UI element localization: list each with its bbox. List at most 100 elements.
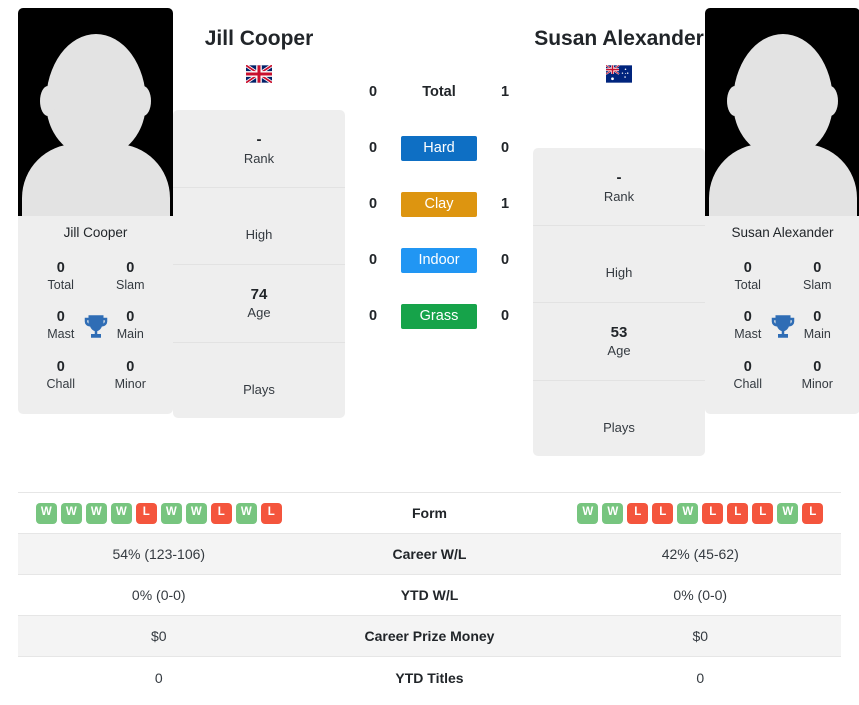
left-player-card: Jill Cooper 0 Total 0 Slam 0 Mast 0 Main… (18, 8, 173, 414)
left-title-slam-value: 0 (126, 259, 135, 276)
right-ytd-wl-value: 0% (0-0) (673, 587, 728, 603)
right-player-avatar (705, 8, 859, 216)
right-title-total-label: Total (734, 278, 761, 292)
left-title-total-value: 0 (56, 259, 65, 276)
surface-badge-grass: Grass (401, 303, 477, 329)
head-to-head-column: 0 Total 1 0 Hard 0 0 Clay 1 0 Indoor 0 0… (345, 8, 533, 344)
left-player-avatar (18, 8, 173, 216)
h2h-row-total: 0 Total 1 (345, 64, 533, 120)
left-form-badge: W (235, 502, 257, 524)
left-form-badge: W (160, 502, 182, 524)
right-title-minor: 0 Minor (783, 351, 853, 400)
right-title-slam: 0 Slam (783, 252, 853, 301)
right-player-name: Susan Alexander (534, 27, 704, 50)
right-title-main-value: 0 (813, 309, 822, 326)
left-info-rank-label: Rank (243, 150, 275, 166)
left-player-name-block: Jill Cooper (173, 8, 345, 88)
right-info-age: 53 Age (533, 303, 705, 381)
right-title-total: 0 Total (713, 252, 783, 301)
right-title-minor-value: 0 (813, 358, 822, 375)
surface-badge-hard: Hard (401, 135, 477, 161)
h2h-grass-left-score: 0 (368, 308, 378, 324)
left-ytd-wl-value: 0% (0-0) (131, 587, 186, 603)
left-title-mast: 0 Mast (26, 301, 96, 350)
right-player-info-column: Susan Alexander - Rank High 53 Age Plays (533, 8, 705, 457)
right-title-chall-label: Chall (733, 376, 763, 391)
stats-label-career-wl: Career W/L (392, 546, 467, 562)
stats-label-form: Form (412, 505, 447, 521)
right-info-high-label: High (605, 265, 633, 281)
right-title-chall: 0 Chall (713, 351, 783, 400)
right-form-badge: W (677, 502, 699, 524)
left-title-chall: 0 Chall (26, 351, 96, 400)
right-info-plays-value (539, 401, 699, 419)
right-form-badge: L (652, 502, 674, 524)
right-form-badge: L (802, 502, 824, 524)
right-form-badge: L (702, 502, 724, 524)
h2h-hard-left-score: 0 (368, 140, 378, 156)
left-info-rank-value: - (256, 131, 262, 149)
left-title-mast-label: Mast (47, 327, 75, 342)
left-info-plays: Plays (173, 343, 345, 419)
right-form-badge: W (577, 502, 599, 524)
left-title-minor-value: 0 (126, 358, 135, 375)
right-career-prize-money-value: $0 (692, 628, 709, 644)
left-form-badge: L (260, 502, 282, 524)
left-form-cell: WWWWLWWLWL (18, 502, 300, 524)
surface-badge-indoor: Indoor (401, 247, 477, 273)
h2h-clay-right-score: 1 (500, 196, 510, 212)
right-title-mast-label: Mast (734, 327, 762, 342)
left-player-photo-column: Jill Cooper 0 Total 0 Slam 0 Mast 0 Main… (18, 8, 173, 414)
h2h-row-clay: 0 Clay 1 (345, 176, 533, 232)
avatar-ear-left-shape (727, 86, 743, 116)
flag-au-icon (533, 64, 705, 88)
stats-label-ytd-wl: YTD W/L (400, 587, 459, 603)
right-title-mast-value: 0 (743, 309, 752, 326)
avatar-ear-left-shape (40, 86, 56, 116)
right-info-age-value: 53 (610, 323, 628, 341)
left-info-age: 74 Age (173, 265, 345, 343)
right-title-slam-value: 0 (813, 259, 822, 276)
right-info-age-label: Age (607, 343, 631, 359)
left-info-plays-value (179, 363, 339, 381)
left-player-titles-grid: 0 Total 0 Slam 0 Mast 0 Main 0 Chall 0 M… (18, 252, 173, 406)
stats-row-ytd-titles: 0 YTD Titles 0 (18, 657, 841, 698)
left-title-main-value: 0 (126, 309, 135, 326)
h2h-clay-left-score: 0 (368, 196, 378, 212)
h2h-total-label: Total (422, 84, 456, 100)
right-player-photo-caption: Susan Alexander (731, 225, 834, 240)
right-form-cell: WWLLWLLLWL (560, 502, 842, 524)
left-player-name: Jill Cooper (204, 27, 314, 50)
left-title-slam-label: Slam (116, 278, 145, 292)
left-info-high-value (179, 208, 339, 226)
left-form-badge: L (135, 502, 157, 524)
avatar-body-shape (708, 144, 857, 216)
right-form-badge: L (727, 502, 749, 524)
avatar-ear-right-shape (822, 86, 838, 116)
left-player-info-column: Jill Cooper - Rank High 74 Age Plays (173, 8, 345, 419)
right-info-rank-value: - (616, 169, 622, 187)
left-title-main-label: Main (116, 327, 144, 342)
right-form-badge: L (752, 502, 774, 524)
h2h-total-right-score: 1 (500, 84, 510, 100)
left-title-slam: 0 Slam (96, 252, 166, 301)
stats-row-career-wl: 54% (123-106) Career W/L 42% (45-62) (18, 534, 841, 575)
right-info-rank: - Rank (533, 148, 705, 227)
left-form-badge: W (110, 502, 132, 524)
h2h-indoor-left-score: 0 (368, 252, 378, 268)
left-title-total-label: Total (47, 278, 74, 292)
left-form-strip: WWWWLWWLWL (18, 502, 300, 524)
left-title-minor-label: Minor (114, 376, 146, 391)
left-info-high: High (173, 188, 345, 265)
avatar-body-shape (21, 144, 170, 216)
surface-badge-clay: Clay (401, 191, 477, 217)
left-title-total: 0 Total (26, 252, 96, 301)
right-title-main: 0 Main (783, 301, 853, 350)
right-player-name-block: Susan Alexander (533, 8, 705, 88)
player-comparison-page: Jill Cooper 0 Total 0 Slam 0 Mast 0 Main… (0, 0, 859, 705)
left-info-plays-label: Plays (243, 381, 275, 397)
left-player-info-card: - Rank High 74 Age Plays (173, 110, 345, 419)
right-player-titles-grid: 0 Total 0 Slam 0 Mast 0 Main 0 Chall 0 M… (705, 252, 859, 406)
left-career-prize-money-value: $0 (150, 628, 167, 644)
right-title-chall-value: 0 (743, 358, 752, 375)
